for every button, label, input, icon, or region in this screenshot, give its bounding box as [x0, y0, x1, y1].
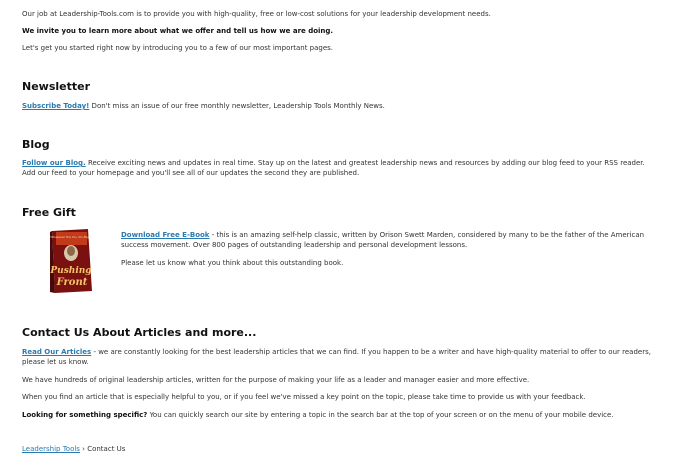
search-tip-paragraph: Looking for something specific? You can …: [22, 410, 656, 420]
breadcrumb: Leadership Tools › Contact Us: [22, 444, 656, 454]
contact-text: - we are constantly looking for the best…: [22, 348, 651, 366]
read-articles-link[interactable]: Read Our Articles: [22, 348, 91, 356]
search-tip-text: You can quickly search our site by enter…: [147, 411, 614, 419]
book-title-1: Pushing: [50, 266, 92, 276]
ebook-feedback-note: Please let us know what you think about …: [121, 259, 344, 267]
subscribe-link[interactable]: Subscribe Today!: [22, 102, 89, 110]
blog-heading: Blog: [22, 138, 50, 151]
free-gift-heading: Free Gift: [22, 206, 76, 219]
book-cover-svg: Whatever You Do, Do Right Pushing Front: [49, 229, 93, 293]
follow-blog-link[interactable]: Follow our Blog.: [22, 159, 86, 167]
contact-paragraph: Read Our Articles - we are constantly lo…: [22, 347, 656, 367]
download-ebook-link[interactable]: Download Free E-Book: [121, 231, 209, 239]
intro-invite: We invite you to learn more about what w…: [22, 27, 334, 35]
contact-heading: Contact Us About Articles and more...: [22, 326, 257, 339]
ebook-paragraph: Download Free E-Book - this is an amazin…: [121, 230, 656, 250]
articles-paragraph: We have hundreds of original leadership …: [22, 376, 530, 384]
newsletter-text: Don't miss an issue of our free monthly …: [89, 102, 385, 110]
newsletter-heading: Newsletter: [22, 80, 91, 93]
search-tip-bold: Looking for something specific?: [22, 411, 148, 419]
intro-text: Our job at Leadership-Tools.com is to pr…: [22, 10, 491, 18]
feedback-paragraph: When you find an article that is especia…: [22, 393, 586, 401]
book-subtitle: Whatever You Do, Do Right: [50, 235, 92, 239]
intro-start: Let's get you started right now by intro…: [22, 44, 334, 52]
breadcrumb-home-link[interactable]: Leadership Tools: [22, 445, 80, 453]
ebook-cover-image[interactable]: Whatever You Do, Do Right Pushing Front: [49, 228, 94, 294]
newsletter-paragraph: Subscribe Today! Don't miss an issue of …: [22, 101, 656, 111]
book-title-2: Front: [56, 277, 88, 288]
blog-paragraph: Follow our Blog. Receive exciting news a…: [22, 158, 656, 178]
breadcrumb-current: Contact Us: [87, 445, 126, 453]
blog-text: Receive exciting news and updates in rea…: [22, 159, 645, 177]
